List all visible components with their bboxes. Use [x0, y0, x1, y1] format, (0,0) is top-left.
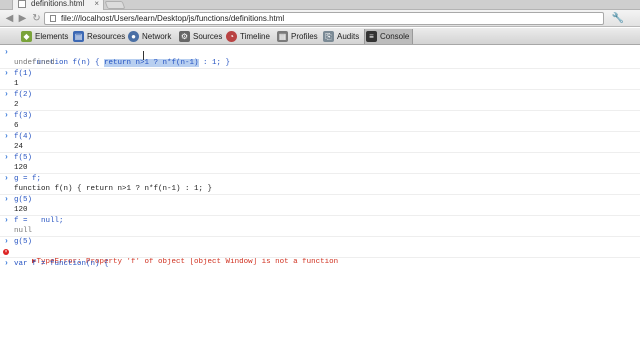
console-prompt-input[interactable]: › var f = function(n) { — [0, 259, 640, 269]
sources-icon: ⚙ — [179, 31, 190, 42]
code-text: f = null; — [14, 217, 64, 225]
console-output-line: 2 — [14, 101, 19, 109]
tab-audits[interactable]: ⎘ Audits — [322, 29, 362, 44]
code-text: f(2) — [14, 91, 33, 99]
new-tab-button[interactable] — [104, 1, 126, 9]
code-text: var f = function(n) { — [14, 260, 109, 268]
console-output-line: 120 — [14, 164, 28, 172]
console-output-line: null — [14, 227, 33, 235]
prompt-icon: › — [4, 216, 9, 225]
tab-network[interactable]: ● Network — [127, 29, 174, 44]
code-text: g = f; — [14, 175, 42, 183]
prompt-icon: › — [4, 259, 9, 268]
tab-console[interactable]: ≡ Console — [364, 29, 414, 44]
console-error-line[interactable]: × ▶TypeError: Property 'f' of object [obj… — [0, 247, 640, 266]
console-input-line: › f(4) — [0, 132, 640, 142]
console-input-line: › f(2) — [0, 90, 640, 100]
devtools-toolbar: ◆ Elements ▤ Resources ● Network ⚙ Sourc… — [0, 28, 640, 45]
console-input-line: › g(5) — [0, 195, 640, 205]
console-output-line: 1 — [14, 80, 19, 88]
tab-elements-label: Elements — [35, 32, 69, 41]
console-input-line: › g = f; — [0, 174, 640, 184]
elements-icon: ◆ — [21, 31, 32, 42]
network-icon: ● — [128, 31, 139, 42]
prompt-icon: › — [4, 48, 9, 57]
page-favicon-icon — [18, 0, 26, 8]
console-input-line: › f(1) — [0, 69, 640, 79]
console-output-line: undefined — [14, 59, 55, 67]
console-panel[interactable]: › function f(n) { return n>1 ? n*f(n-1) :… — [0, 46, 640, 360]
console-output-line: function f(n) { return n>1 ? n*f(n-1) : … — [14, 185, 213, 193]
tab-close-icon[interactable]: × — [94, 0, 99, 10]
prompt-icon: › — [4, 153, 9, 162]
code-text: f(1) — [14, 70, 33, 78]
address-bar[interactable]: file:///localhost/Users/learn/Desktop/js… — [44, 12, 604, 25]
reload-button[interactable]: ↻ — [30, 12, 43, 25]
prompt-icon: › — [4, 237, 9, 246]
code-text: f(3) — [14, 112, 33, 120]
divider — [0, 257, 640, 258]
browser-toolbar: ◀ ▶ ↻ file:///localhost/Users/learn/Desk… — [0, 10, 640, 27]
forward-button[interactable]: ▶ — [16, 12, 29, 25]
error-icon: × — [3, 249, 9, 255]
resources-icon: ▤ — [73, 31, 84, 42]
tab-strip: definitions.html × — [0, 0, 640, 10]
prompt-icon: › — [4, 69, 9, 78]
console-input-line: › function f(n) { return n>1 ? n*f(n-1) :… — [0, 48, 640, 67]
address-text: file:///localhost/Users/learn/Desktop/js… — [61, 14, 285, 23]
tab-sources[interactable]: ⚙ Sources — [178, 29, 225, 44]
audits-icon: ⎘ — [323, 31, 334, 42]
wrench-menu-icon[interactable]: 🔧 — [611, 12, 625, 25]
tab-profiles[interactable]: ▦ Profiles — [276, 29, 321, 44]
tab-resources[interactable]: ▤ Resources — [72, 29, 128, 44]
console-input-line: › f(5) — [0, 153, 640, 163]
tab-timeline[interactable]: ◔ Timeline — [225, 29, 273, 44]
prompt-icon: › — [4, 111, 9, 120]
console-output-line: 120 — [14, 206, 28, 214]
tab-network-label: Network — [142, 32, 172, 41]
browser-tab[interactable]: definitions.html × — [12, 0, 104, 10]
tab-sources-label: Sources — [193, 32, 223, 41]
page-icon — [50, 15, 56, 22]
back-button[interactable]: ◀ — [3, 12, 16, 25]
prompt-icon: › — [4, 90, 9, 99]
code-text: g(5) — [14, 238, 33, 246]
code-text: f(4) — [14, 133, 33, 141]
timeline-icon: ◔ — [226, 31, 237, 42]
tab-resources-label: Resources — [87, 32, 126, 41]
code-text: f(5) — [14, 154, 33, 162]
console-input-line: › f(3) — [0, 111, 640, 121]
console-icon: ≡ — [366, 31, 377, 42]
console-output-line: 6 — [14, 122, 19, 130]
tab-timeline-label: Timeline — [240, 32, 270, 41]
profiles-icon: ▦ — [277, 31, 288, 42]
console-input-line: › f = null; — [0, 216, 640, 226]
code-text: g(5) — [14, 196, 33, 204]
console-input-line: › g(5) — [0, 237, 640, 247]
tab-title: definitions.html — [31, 0, 85, 8]
prompt-icon: › — [4, 174, 9, 183]
prompt-icon: › — [4, 132, 9, 141]
tab-console-label: Console — [380, 32, 410, 41]
tab-audits-label: Audits — [337, 32, 360, 41]
tab-profiles-label: Profiles — [291, 32, 318, 41]
tab-elements[interactable]: ◆ Elements — [20, 29, 71, 44]
console-output-line: 24 — [14, 143, 24, 151]
prompt-icon: › — [4, 195, 9, 204]
